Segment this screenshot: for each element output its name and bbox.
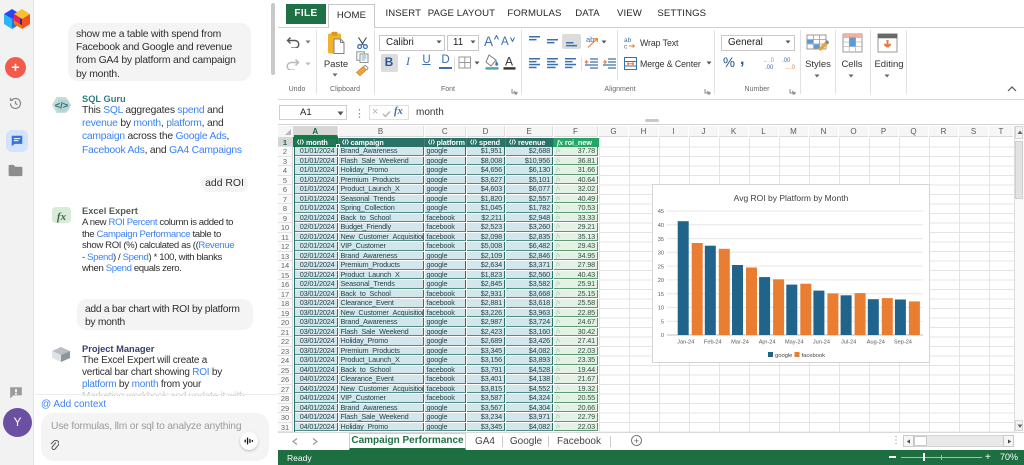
svg-text:Sep-24: Sep-24 — [894, 340, 912, 346]
svg-text:30: 30 — [658, 251, 664, 257]
svg-text:May-24: May-24 — [785, 340, 804, 346]
svg-text:Feb-24: Feb-24 — [704, 340, 722, 346]
svg-text:0: 0 — [661, 333, 664, 339]
svg-text:→.0: →.0 — [784, 65, 796, 70]
svg-text:45: 45 — [658, 209, 664, 215]
svg-text:Jun-24: Jun-24 — [813, 340, 830, 346]
svg-text:25: 25 — [658, 264, 664, 270]
svg-text:Apr-24: Apr-24 — [759, 340, 776, 346]
svg-text:20: 20 — [658, 278, 664, 284]
svg-text:Jul-24: Jul-24 — [841, 340, 856, 346]
svg-text:Jan-24: Jan-24 — [677, 340, 694, 346]
svg-text:c: c — [624, 44, 628, 50]
svg-text:</>: </> — [55, 101, 69, 112]
svg-text:A: A — [505, 55, 513, 69]
svg-text:35: 35 — [658, 237, 664, 243]
svg-text:.00: .00 — [765, 65, 774, 70]
svg-text:Mar-24: Mar-24 — [731, 340, 749, 346]
svg-text:40: 40 — [658, 223, 664, 229]
svg-text:google: google — [775, 353, 792, 359]
svg-text:←.0: ←.0 — [763, 58, 775, 64]
svg-text:.00: .00 — [782, 58, 791, 64]
svg-text:15: 15 — [658, 292, 664, 298]
svg-text:10: 10 — [658, 306, 664, 312]
svg-text:5: 5 — [661, 319, 664, 325]
svg-text:facebook: facebook — [802, 353, 826, 359]
svg-text:Aug-24: Aug-24 — [867, 340, 885, 346]
